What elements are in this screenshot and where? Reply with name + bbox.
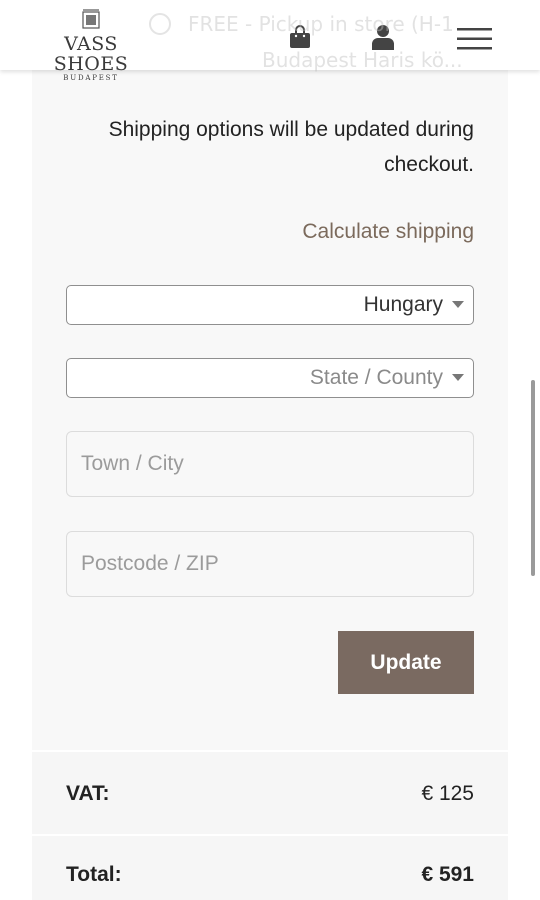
vat-value: € 125 <box>421 782 474 805</box>
total-label: Total: <box>66 863 122 886</box>
caret-down-icon <box>452 374 464 381</box>
crest-icon <box>82 9 100 29</box>
site-logo[interactable]: VASS SHOES BUDAPEST <box>31 8 151 83</box>
state-select[interactable]: State / County <box>66 358 474 398</box>
update-button[interactable]: Update <box>338 631 474 694</box>
brand-city: BUDAPEST <box>63 74 119 82</box>
country-value: Hungary <box>363 293 443 316</box>
town-city-input[interactable] <box>66 431 474 497</box>
site-header: VASS SHOES BUDAPEST <box>0 0 540 82</box>
shopping-bag-icon[interactable] <box>289 25 311 49</box>
brand-name: VASS SHOES <box>53 33 129 75</box>
shipping-note: Shipping options will be updated during … <box>108 118 474 176</box>
total-row: Total: € 591 <box>32 836 508 900</box>
state-placeholder: State / County <box>309 366 443 389</box>
calculate-shipping-link[interactable]: Calculate shipping <box>60 220 474 244</box>
user-icon[interactable] <box>372 24 394 50</box>
country-select[interactable]: Hungary <box>66 285 474 325</box>
vat-row: VAT: € 125 <box>32 752 508 834</box>
caret-down-icon <box>452 301 464 308</box>
page-scrollbar[interactable] <box>531 380 535 576</box>
postcode-input[interactable] <box>66 531 474 597</box>
total-value: € 591 <box>421 863 474 886</box>
vat-label: VAT: <box>66 782 110 805</box>
menu-icon[interactable] <box>457 28 492 50</box>
